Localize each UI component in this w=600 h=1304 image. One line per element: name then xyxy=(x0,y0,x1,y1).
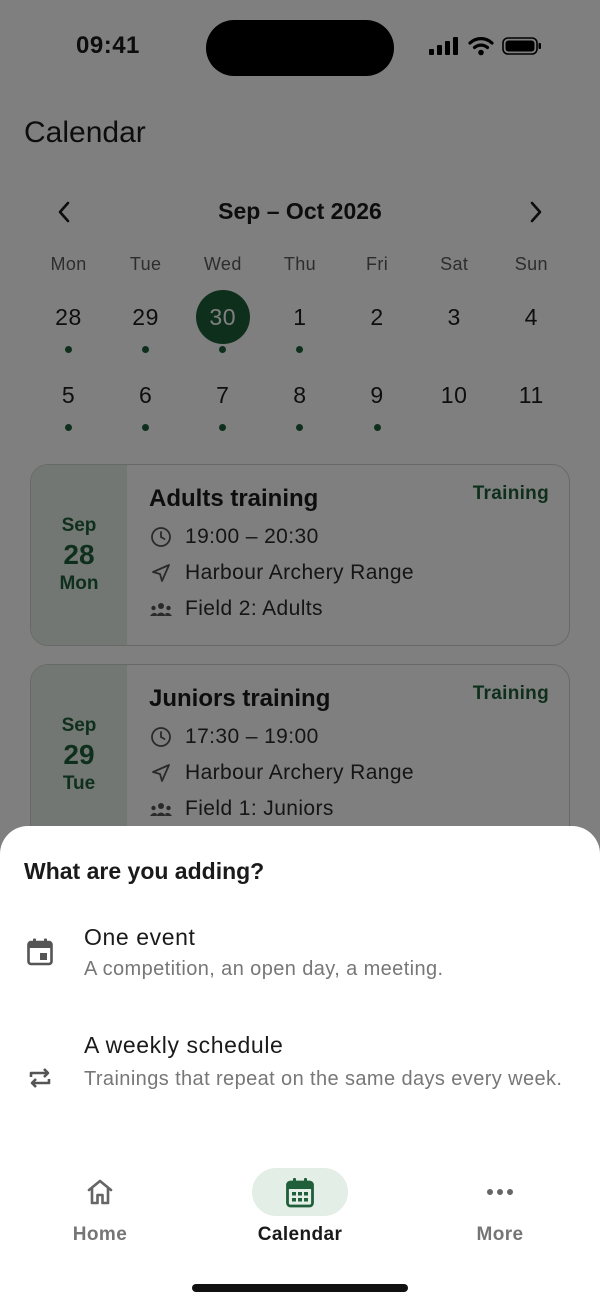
option-description: A competition, an open day, a meeting. xyxy=(84,958,444,980)
bottom-navigation: Home Calendar More xyxy=(0,1160,600,1260)
add-weekly-schedule-option[interactable]: A weekly schedule Trainings that repeat … xyxy=(0,1030,600,1130)
sheet-title: What are you adding? xyxy=(24,858,265,884)
option-title: One event xyxy=(84,924,196,950)
option-title: A weekly schedule xyxy=(84,1032,284,1058)
home-icon xyxy=(87,1179,113,1205)
nav-label: Calendar xyxy=(257,1224,343,1245)
calendar-event-icon xyxy=(24,936,56,968)
nav-icon-container xyxy=(452,1168,548,1216)
calendar-icon xyxy=(286,1178,314,1208)
more-icon xyxy=(487,1189,513,1195)
nav-item-calendar[interactable]: Calendar xyxy=(240,1168,360,1248)
nav-icon-container xyxy=(52,1168,148,1216)
nav-icon-container-active xyxy=(252,1168,348,1216)
nav-item-more[interactable]: More xyxy=(440,1168,560,1248)
option-description: Trainings that repeat on the same days e… xyxy=(84,1068,563,1090)
home-indicator xyxy=(192,1284,408,1292)
nav-item-home[interactable]: Home xyxy=(40,1168,160,1248)
add-one-event-option[interactable]: One event A competition, an open day, a … xyxy=(0,922,600,998)
nav-label: Home xyxy=(72,1224,128,1245)
repeat-icon xyxy=(24,1062,56,1094)
nav-label: More xyxy=(476,1224,524,1245)
